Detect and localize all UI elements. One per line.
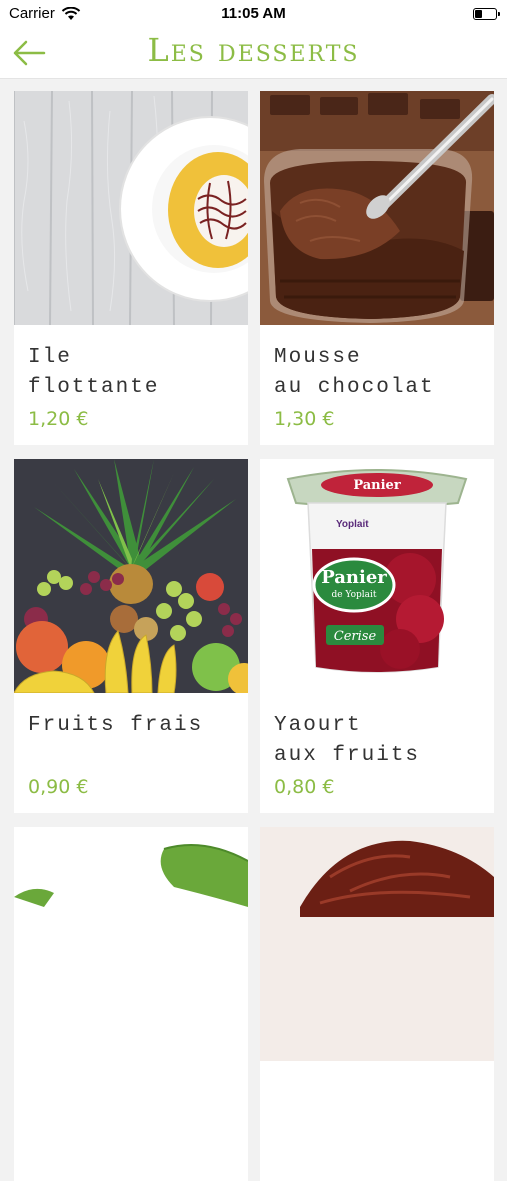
dessert-card-6[interactable] <box>260 827 494 1181</box>
yogurt-sub-text: de Yoplait <box>331 590 376 600</box>
dessert-card-mousse-au-chocolat[interactable]: Mousse au chocolat 1,30 € <box>260 91 494 445</box>
fruits-frais-image <box>14 459 248 693</box>
dessert-price: 1,20 € <box>28 408 89 430</box>
dessert-6-image <box>260 827 494 1061</box>
dessert-grid: Ile flottante 1,20 € Mousse au chocolat … <box>14 91 494 1181</box>
dessert-price: 0,90 € <box>28 776 89 798</box>
yogurt-flavor-text: Cerise <box>334 629 377 644</box>
dessert-name: Fruits frais <box>28 714 204 737</box>
dessert-card-ile-flottante[interactable]: Ile flottante 1,20 € <box>14 91 248 445</box>
yogurt-brand-text: Panier <box>321 567 387 588</box>
yaourt-aux-fruits-image: Panier Panier de Yoplait Cerise Yoplait <box>260 459 494 693</box>
dessert-card-fruits-frais[interactable]: Fruits frais 0,90 € <box>14 459 248 813</box>
status-time: 11:05 AM <box>221 5 286 22</box>
dessert-card-yaourt-aux-fruits[interactable]: Panier Panier de Yoplait Cerise Yoplait … <box>260 459 494 813</box>
mousse-au-chocolat-image <box>260 91 494 325</box>
dessert-price: 1,30 € <box>274 408 335 430</box>
dessert-name: Mousse au chocolat <box>274 346 435 399</box>
battery-icon <box>473 8 500 20</box>
dessert-name: Ile flottante <box>28 346 160 399</box>
page-title: Les desserts <box>147 31 360 69</box>
ile-flottante-image <box>14 91 248 325</box>
dessert-name: Yaourt aux fruits <box>274 714 421 767</box>
nav-bar: Les desserts <box>0 28 507 79</box>
status-bar: Carrier 11:05 AM <box>0 0 507 28</box>
dessert-price: 0,80 € <box>274 776 335 798</box>
yogurt-lid-brand: Panier <box>353 478 401 493</box>
yogurt-maker-text: Yoplait <box>336 519 369 530</box>
dessert-card-5[interactable] <box>14 827 248 1181</box>
dessert-5-image <box>14 827 248 1061</box>
